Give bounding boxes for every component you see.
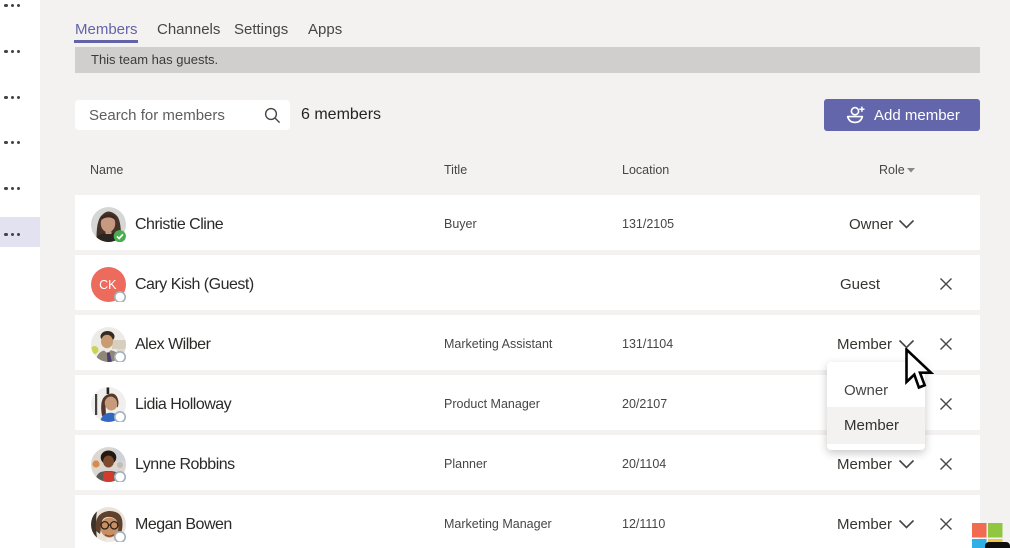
svg-text:CK: CK: [99, 278, 117, 292]
